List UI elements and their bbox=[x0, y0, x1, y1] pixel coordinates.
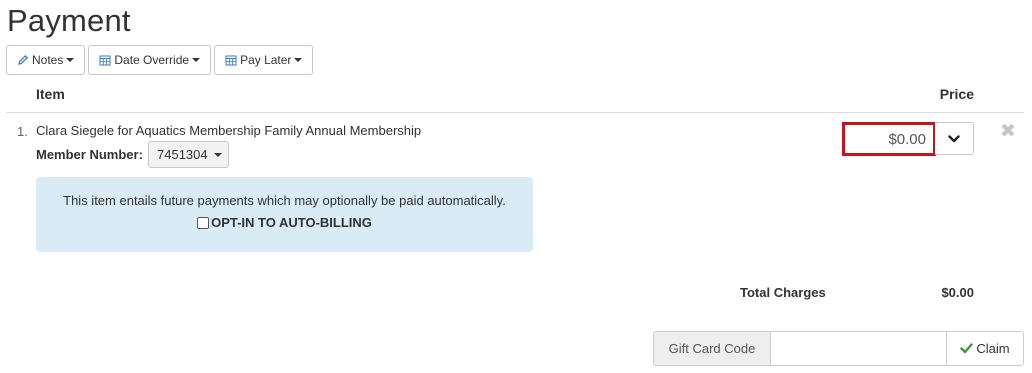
pay-later-button[interactable]: Pay Later bbox=[214, 45, 314, 75]
member-number-label: Member Number: bbox=[36, 147, 143, 162]
claim-button-label: Claim bbox=[976, 341, 1010, 356]
gift-card-code-input[interactable] bbox=[771, 331, 947, 366]
notes-button-label: Notes bbox=[32, 53, 64, 67]
auto-billing-info-box: This item entails future payments which … bbox=[36, 177, 533, 252]
member-number-value: 7451304 bbox=[157, 147, 208, 162]
column-header-price: Price bbox=[939, 86, 974, 102]
caret-down-icon bbox=[66, 58, 75, 62]
gift-card-label: Gift Card Code bbox=[653, 331, 771, 366]
line-item-name: Clara Siegele for Aquatics Membership Fa… bbox=[36, 123, 422, 138]
total-charges-label: Total Charges bbox=[740, 285, 826, 300]
pencil-icon bbox=[18, 54, 29, 65]
date-override-button[interactable]: Date Override bbox=[88, 45, 212, 75]
caret-down-icon bbox=[214, 153, 222, 157]
line-item-price-input[interactable]: $0.00 bbox=[842, 122, 936, 156]
chevron-down-icon bbox=[948, 134, 960, 142]
price-options-button[interactable] bbox=[935, 122, 974, 155]
auto-billing-info-text: This item entails future payments which … bbox=[63, 193, 506, 208]
page-title: Payment bbox=[7, 3, 131, 38]
header-divider bbox=[6, 112, 1024, 113]
column-header-item: Item bbox=[36, 86, 65, 102]
member-number-select[interactable]: 7451304 bbox=[148, 141, 229, 168]
calendar-icon bbox=[225, 55, 237, 66]
caret-down-icon bbox=[294, 58, 303, 62]
auto-billing-checkbox[interactable] bbox=[197, 216, 210, 229]
gift-card-group: Gift Card Code Claim bbox=[653, 331, 1024, 366]
remove-line-item-icon[interactable]: ✖ bbox=[1000, 120, 1016, 143]
calendar-icon bbox=[99, 55, 111, 66]
pay-later-button-label: Pay Later bbox=[240, 53, 292, 67]
check-icon bbox=[960, 343, 974, 354]
claim-button[interactable]: Claim bbox=[947, 331, 1024, 366]
notes-button[interactable]: Notes bbox=[6, 45, 86, 75]
date-override-button-label: Date Override bbox=[114, 53, 190, 67]
line-item-number: 1. bbox=[17, 124, 28, 139]
caret-down-icon bbox=[192, 58, 201, 62]
auto-billing-opt-in[interactable]: OPT-IN TO AUTO-BILLING bbox=[36, 215, 533, 230]
payment-toolbar: Notes Date Override Pay Later bbox=[6, 45, 314, 75]
total-charges-value: $0.00 bbox=[941, 285, 974, 300]
auto-billing-opt-in-label: OPT-IN TO AUTO-BILLING bbox=[211, 215, 372, 230]
